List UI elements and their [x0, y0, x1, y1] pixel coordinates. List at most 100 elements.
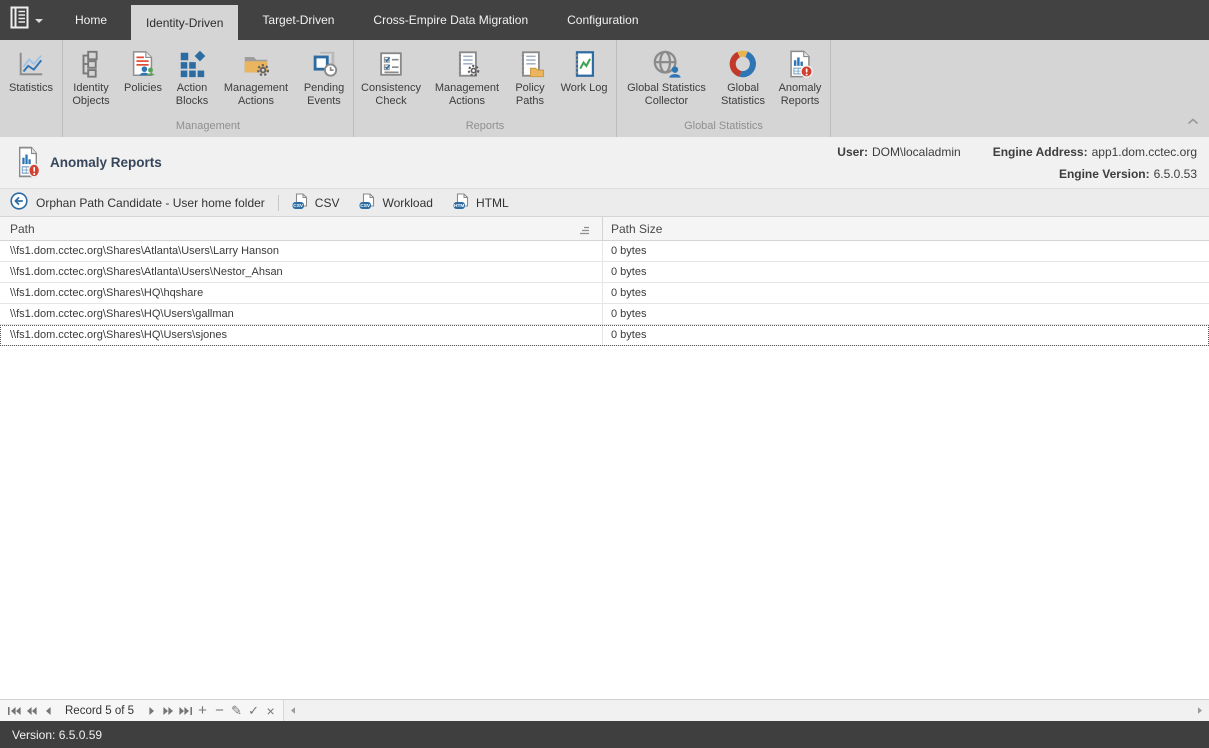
- nav-next-page-icon[interactable]: [160, 701, 177, 721]
- donut-chart-icon: [728, 46, 758, 82]
- back-button[interactable]: Orphan Path Candidate - User home folder: [10, 192, 265, 213]
- engine-info: User:DOM\localadmin Engine Address:app1.…: [837, 145, 1197, 181]
- grid-header: Path Path Size: [0, 217, 1209, 241]
- nav-post-edit-icon[interactable]: ✓: [245, 701, 262, 721]
- nav-edit-record-icon[interactable]: ✎: [228, 701, 245, 721]
- app-menu-icon: [10, 6, 30, 34]
- path-cell: \\fs1.dom.cctec.org\Shares\HQ\hqshare: [0, 283, 603, 303]
- nav-delete-record-icon[interactable]: −: [211, 701, 228, 721]
- table-row[interactable]: \\fs1.dom.cctec.org\Shares\Atlanta\Users…: [0, 241, 1209, 262]
- ribbon-group-label: Global Statistics: [618, 119, 829, 137]
- ribbon-group-management: Identity Objects: [63, 40, 354, 137]
- application-window: Home Identity-Driven Target-Driven Cross…: [0, 0, 1209, 748]
- tab-configuration[interactable]: Configuration: [552, 0, 653, 40]
- notebook-gear-icon: [452, 46, 482, 82]
- nav-next-record-icon[interactable]: [143, 701, 160, 721]
- table-row[interactable]: \\fs1.dom.cctec.org\Shares\HQ\Users\gall…: [0, 304, 1209, 325]
- app-menu-button[interactable]: [0, 0, 51, 40]
- ribbon-collapse-chevron-up-icon[interactable]: [1187, 112, 1199, 130]
- export-html-button[interactable]: HTM HTML: [453, 193, 509, 213]
- ribbon-button-consistency-check[interactable]: Consistency Check: [355, 44, 427, 110]
- ribbon-button-action-blocks[interactable]: Action Blocks: [168, 44, 216, 110]
- path-cell: \\fs1.dom.cctec.org\Shares\Atlanta\Users…: [0, 262, 603, 282]
- report-toolbar: Orphan Path Candidate - User home folder…: [0, 188, 1209, 216]
- record-navigator: Record 5 of 5 + − ✎ ✓ ×: [0, 699, 1209, 721]
- back-icon: [10, 192, 28, 213]
- svg-text:HTM: HTM: [454, 203, 464, 209]
- horizontal-scrollbar[interactable]: [284, 700, 1209, 721]
- report-title: Orphan Path Candidate - User home folder: [36, 196, 265, 210]
- ribbon-group-statistics: Statistics: [0, 40, 63, 137]
- scroll-left-icon[interactable]: [289, 706, 297, 715]
- ribbon: Statistics I: [0, 40, 1209, 137]
- nav-last-record-icon[interactable]: [177, 701, 194, 721]
- ribbon-button-policies[interactable]: Policies: [118, 44, 168, 97]
- ribbon-button-management-actions-report[interactable]: Management Actions: [427, 44, 507, 110]
- ribbon-button-anomaly-reports[interactable]: Anomaly Reports: [771, 44, 829, 110]
- page-header: Anomaly Reports User:DOM\localadmin Engi…: [0, 137, 1209, 188]
- data-grid: Path Path Size \\fs1.dom.cctec.org\Share…: [0, 216, 1209, 699]
- ribbon-button-policy-paths[interactable]: Policy Paths: [507, 44, 553, 110]
- user-info: User:DOM\localadmin: [837, 145, 960, 159]
- ribbon-button-work-log[interactable]: Work Log: [553, 44, 615, 97]
- sort-ascending-icon: [579, 224, 590, 238]
- path-size-cell: 0 bytes: [603, 241, 1209, 261]
- nav-first-record-icon[interactable]: [5, 701, 22, 721]
- checklist-icon: [376, 46, 406, 82]
- statistics-icon: [16, 46, 46, 82]
- worklog-chart-icon: [569, 46, 599, 82]
- path-size-cell: 0 bytes: [603, 304, 1209, 324]
- nav-prev-page-icon[interactable]: [22, 701, 39, 721]
- ribbon-group-label: Reports: [355, 119, 615, 137]
- tab-target-driven[interactable]: Target-Driven: [247, 0, 349, 40]
- app-version-text: Version: 6.5.0.59: [12, 728, 102, 742]
- status-bar: Version: 6.5.0.59: [0, 721, 1209, 748]
- tab-cross-empire-data-migration[interactable]: Cross-Empire Data Migration: [358, 0, 543, 40]
- tab-identity-driven[interactable]: Identity-Driven: [131, 5, 238, 40]
- column-header-path[interactable]: Path: [0, 217, 603, 240]
- path-cell: \\fs1.dom.cctec.org\Shares\HQ\Users\gall…: [0, 304, 603, 324]
- scroll-right-icon[interactable]: [1196, 706, 1204, 715]
- column-header-path-size[interactable]: Path Size: [603, 217, 1209, 240]
- action-blocks-icon: [177, 46, 207, 82]
- ribbon-group-reports: Consistency Check: [354, 40, 617, 137]
- ribbon-button-global-statistics[interactable]: Global Statistics: [715, 44, 771, 110]
- csv-file-icon: CSV: [359, 193, 376, 213]
- menubar: Home Identity-Driven Target-Driven Cross…: [0, 0, 1209, 40]
- record-count-status: Record 5 of 5: [65, 705, 134, 717]
- path-size-cell: 0 bytes: [603, 283, 1209, 303]
- path-cell: \\fs1.dom.cctec.org\Shares\Atlanta\Users…: [0, 241, 603, 261]
- globe-user-icon: [651, 46, 683, 82]
- ribbon-button-management-actions[interactable]: Management Actions: [216, 44, 296, 110]
- ribbon-group-global-statistics: Global Statistics Collector Global Stati…: [617, 40, 831, 137]
- anomaly-reports-icon: [785, 46, 815, 82]
- ribbon-button-statistics[interactable]: Statistics: [1, 44, 61, 97]
- table-row[interactable]: \\fs1.dom.cctec.org\Shares\Atlanta\Users…: [0, 262, 1209, 283]
- html-file-icon: HTM: [453, 193, 470, 213]
- nav-cancel-edit-icon[interactable]: ×: [262, 701, 279, 721]
- nav-insert-record-icon[interactable]: +: [194, 701, 211, 721]
- ribbon-button-identity-objects[interactable]: Identity Objects: [64, 44, 118, 110]
- export-workload-button[interactable]: CSV Workload: [359, 193, 432, 213]
- engine-version-info: Engine Version:6.5.0.53: [993, 167, 1197, 181]
- folder-gear-icon: [241, 46, 271, 82]
- pending-events-icon: [309, 46, 339, 82]
- svg-text:CSV: CSV: [361, 203, 372, 209]
- ribbon-button-pending-events[interactable]: Pending Events: [296, 44, 352, 110]
- table-row-selected[interactable]: \\fs1.dom.cctec.org\Shares\HQ\Users\sjon…: [0, 325, 1209, 346]
- path-size-cell: 0 bytes: [603, 325, 1209, 345]
- identity-objects-icon: [76, 46, 106, 82]
- csv-file-icon: CSV: [292, 193, 309, 213]
- chevron-down-icon: [35, 19, 43, 23]
- tab-home[interactable]: Home: [60, 0, 122, 40]
- toolbar-separator: [278, 195, 279, 211]
- engine-address-info: Engine Address:app1.dom.cctec.org: [993, 145, 1197, 159]
- path-size-cell: 0 bytes: [603, 262, 1209, 282]
- export-csv-button[interactable]: CSV CSV: [292, 193, 340, 213]
- table-row[interactable]: \\fs1.dom.cctec.org\Shares\HQ\hqshare 0 …: [0, 283, 1209, 304]
- page-title: Anomaly Reports: [50, 155, 162, 170]
- path-cell: \\fs1.dom.cctec.org\Shares\HQ\Users\sjon…: [0, 325, 603, 345]
- nav-prev-record-icon[interactable]: [39, 701, 56, 721]
- ribbon-button-global-statistics-collector[interactable]: Global Statistics Collector: [618, 44, 715, 110]
- policies-icon: [128, 46, 158, 82]
